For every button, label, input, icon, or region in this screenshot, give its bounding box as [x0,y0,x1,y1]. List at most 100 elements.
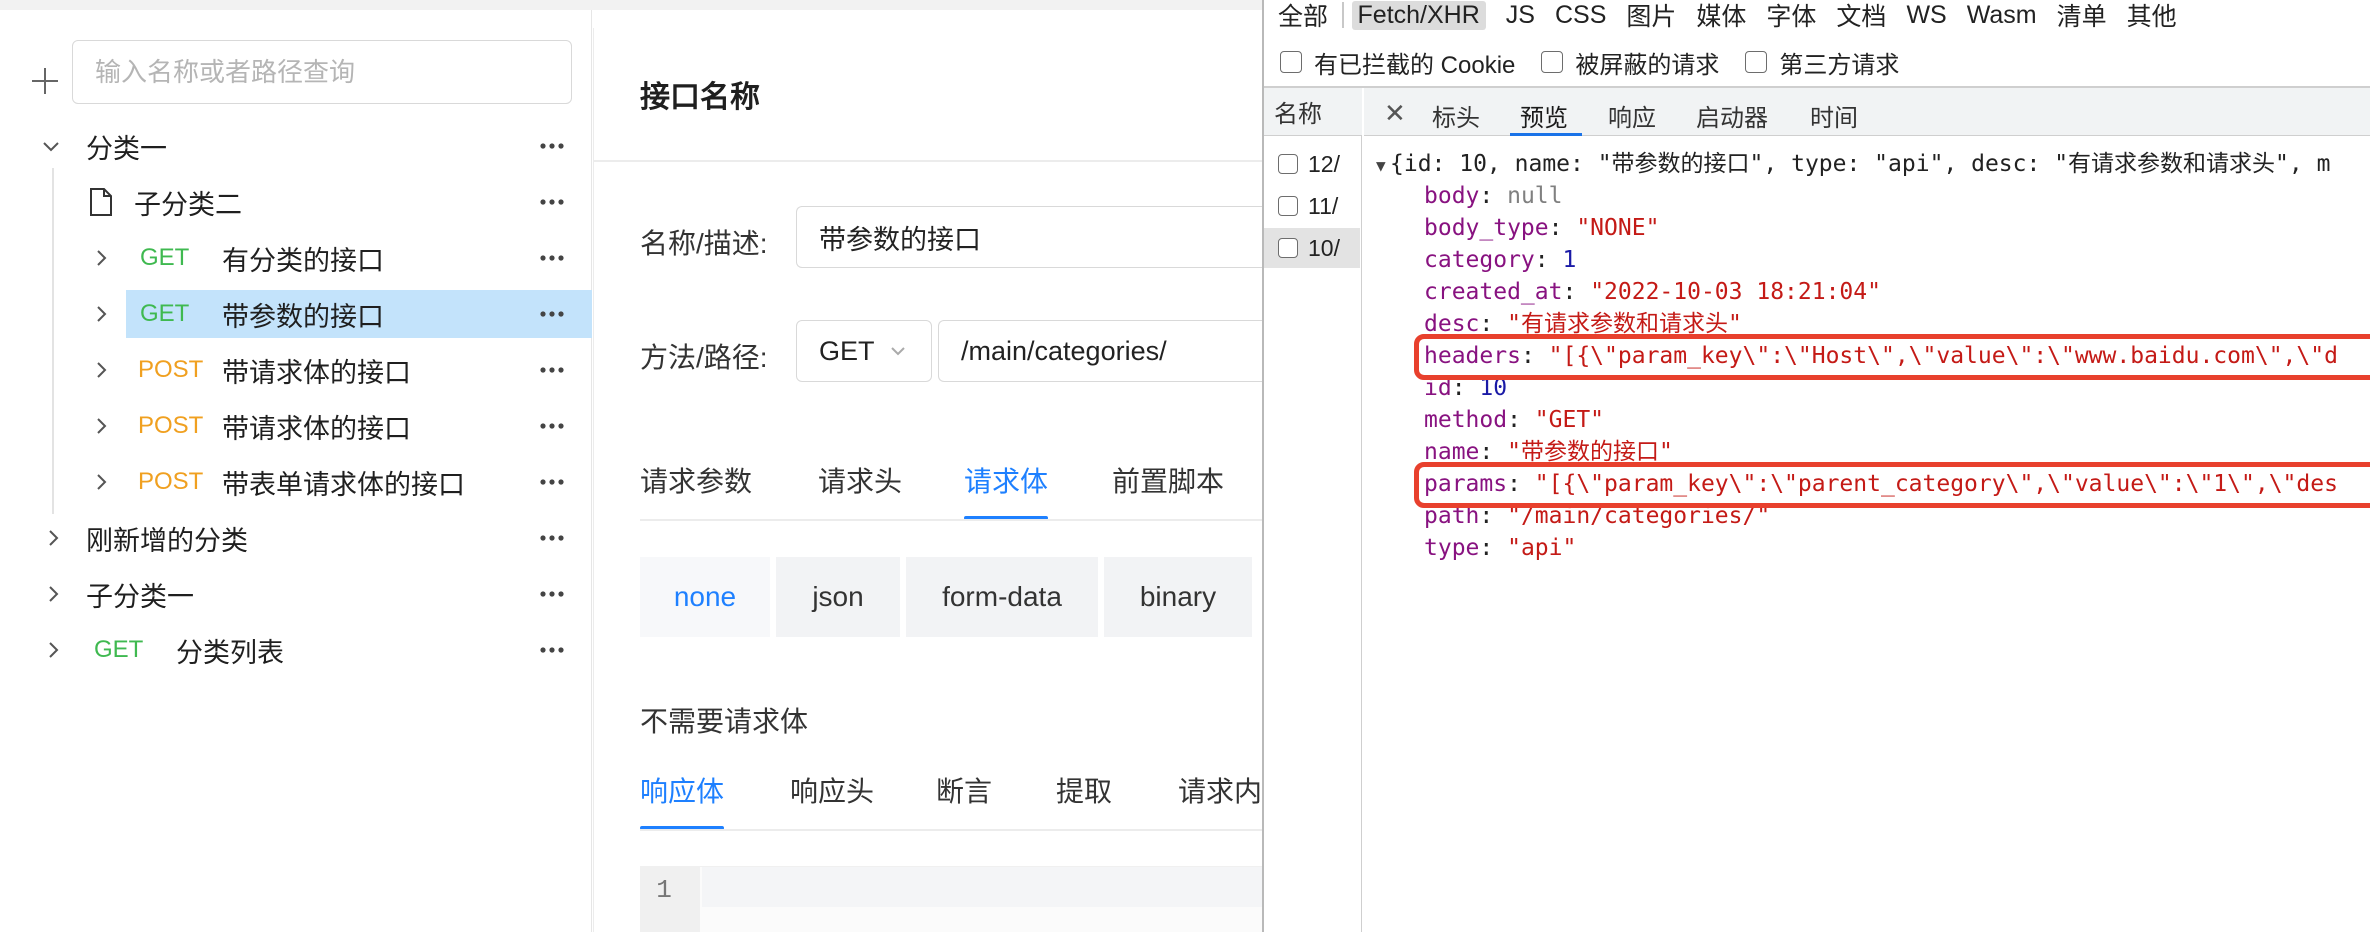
checkbox[interactable] [1278,196,1298,216]
more-icon[interactable] [532,514,572,562]
body-type-form-data[interactable]: form-data [906,557,1098,637]
json-field: type: "api" [1424,535,1577,561]
tree-api-row[interactable]: GET 分类列表 [42,626,572,674]
more-icon[interactable] [532,402,572,450]
more-icon[interactable] [532,178,572,226]
tab-pre-script[interactable]: 前置脚本 [1112,460,1224,500]
more-icon[interactable] [532,570,572,618]
chevron-right-icon[interactable] [42,527,64,549]
filter-font[interactable]: 字体 [1766,0,1816,33]
tree-api-row[interactable]: GET 带参数的接口 [90,290,592,338]
checkbox[interactable] [1541,51,1564,73]
more-icon[interactable] [532,234,572,282]
body-type-none[interactable]: none [640,557,770,637]
more-icon[interactable] [532,626,572,674]
json-key: category [1424,247,1535,273]
blocked-requests-checkbox[interactable]: 被屏蔽的请求 [1541,45,1719,80]
path-field[interactable]: /main/categories/ [938,320,1262,382]
chevron-right-icon[interactable] [90,303,112,325]
json-root-line[interactable]: ▼ {id: 10, name: "带参数的接口", type: "api", d… [1376,148,2330,180]
third-party-checkbox[interactable]: 第三方请求 [1745,45,1899,80]
tab-response-headers[interactable]: 响应头 [790,770,874,810]
chevron-right-icon[interactable] [42,583,64,605]
more-icon[interactable] [532,122,572,170]
filter-ws[interactable]: WS [1906,1,1946,30]
tree-api-row[interactable]: POST 带请求体的接口 [90,402,572,450]
tree-api-row[interactable]: GET 有分类的接口 [90,234,572,282]
tab-assertions[interactable]: 断言 [936,770,992,810]
json-key: body_type [1424,215,1549,241]
body-type-binary[interactable]: binary [1104,557,1252,637]
checkbox-label: 被屏蔽的请求 [1575,51,1720,79]
json-value: "NONE" [1576,215,1660,241]
filter-all[interactable]: 全部 [1278,0,1328,33]
search-input[interactable] [72,40,572,104]
name-field[interactable]: 带参数的接口 [796,206,1262,268]
request-list: 名称 12/ 11/ 10/ [1264,88,1362,932]
chevron-right-icon[interactable] [90,247,112,269]
close-icon[interactable]: ✕ [1384,98,1406,129]
tab-preview[interactable]: 预览 [1520,98,1568,133]
checkbox[interactable] [1745,51,1768,73]
blocked-cookies-checkbox[interactable]: 有已拦截的 Cookie [1280,45,1515,80]
more-icon[interactable] [532,346,572,394]
tree-api-row[interactable]: POST 带表单请求体的接口 [90,458,572,506]
response-editor[interactable]: 1 [640,866,1262,932]
tab-response-body[interactable]: 响应体 [640,770,724,810]
divider [594,160,1262,162]
tab-request-headers[interactable]: 请求头 [818,460,902,500]
json-value: "api" [1507,535,1577,561]
filter-js[interactable]: JS [1506,1,1535,30]
tree-label: 分类一 [86,133,167,164]
tab-headers[interactable]: 标头 [1432,98,1480,133]
request-row-selected[interactable]: 10/ [1264,228,1360,268]
chevron-right-icon[interactable] [90,415,112,437]
filter-manifest[interactable]: 清单 [2057,0,2107,33]
filter-css[interactable]: CSS [1555,1,1606,30]
tree-label: 子分类一 [86,581,194,612]
filter-doc[interactable]: 文档 [1836,0,1886,33]
filter-other[interactable]: 其他 [2127,0,2177,33]
filter-media[interactable]: 媒体 [1696,0,1746,33]
add-icon[interactable] [30,66,60,96]
line-number: 1 [656,875,672,905]
checkbox[interactable] [1278,238,1298,258]
more-icon[interactable] [532,458,572,506]
body-type-json[interactable]: json [776,557,900,637]
json-value: 1 [1562,247,1577,273]
tab-response[interactable]: 响应 [1608,98,1656,133]
filter-wasm[interactable]: Wasm [1967,1,2037,30]
tree-label: 刚新增的分类 [86,525,248,556]
tab-request-params[interactable]: 请求参数 [640,460,752,500]
page-title: 接口名称 [640,81,760,114]
json-value: "GET" [1534,407,1605,433]
expand-triangle-icon[interactable]: ▼ [1376,150,1390,182]
devtools-network-panel: 全部 Fetch/XHR JS CSS 图片 媒体 字体 文档 WS Wasm … [1262,0,2370,932]
request-row[interactable]: 12/ [1264,144,1360,184]
method-select[interactable]: GET [796,320,932,382]
tab-initiator[interactable]: 启动器 [1696,98,1768,133]
tab-request-body[interactable]: 请求体 [964,460,1048,500]
tree-doc-row[interactable]: 子分类二 [88,178,572,226]
tab-extract[interactable]: 提取 [1056,770,1112,810]
method-label: 方法/路径: [640,342,768,373]
chevron-right-icon[interactable] [90,359,112,381]
tree-folder-row[interactable]: 刚新增的分类 [42,514,572,562]
chevron-right-icon[interactable] [90,471,112,493]
more-icon[interactable] [532,290,572,338]
checkbox[interactable] [1278,154,1298,174]
checkbox[interactable] [1280,51,1302,73]
headers-highlight-box [1414,334,2370,380]
tree-api-row[interactable]: POST 带请求体的接口 [90,346,572,394]
filter-fetch-xhr[interactable]: Fetch/XHR [1351,0,1486,30]
tree-label: 带参数的接口 [222,301,384,332]
chevron-right-icon[interactable] [42,639,64,661]
filter-img[interactable]: 图片 [1626,0,1676,33]
tree-folder-row[interactable]: 分类一 [40,122,572,170]
tab-request-content[interactable]: 请求内 [1178,770,1262,810]
name-column-header[interactable]: 名称 [1264,88,1362,136]
chevron-down-icon[interactable] [40,135,62,157]
request-row[interactable]: 11/ [1264,186,1360,226]
tab-timing[interactable]: 时间 [1810,98,1858,133]
tree-folder-row[interactable]: 子分类一 [42,570,572,618]
